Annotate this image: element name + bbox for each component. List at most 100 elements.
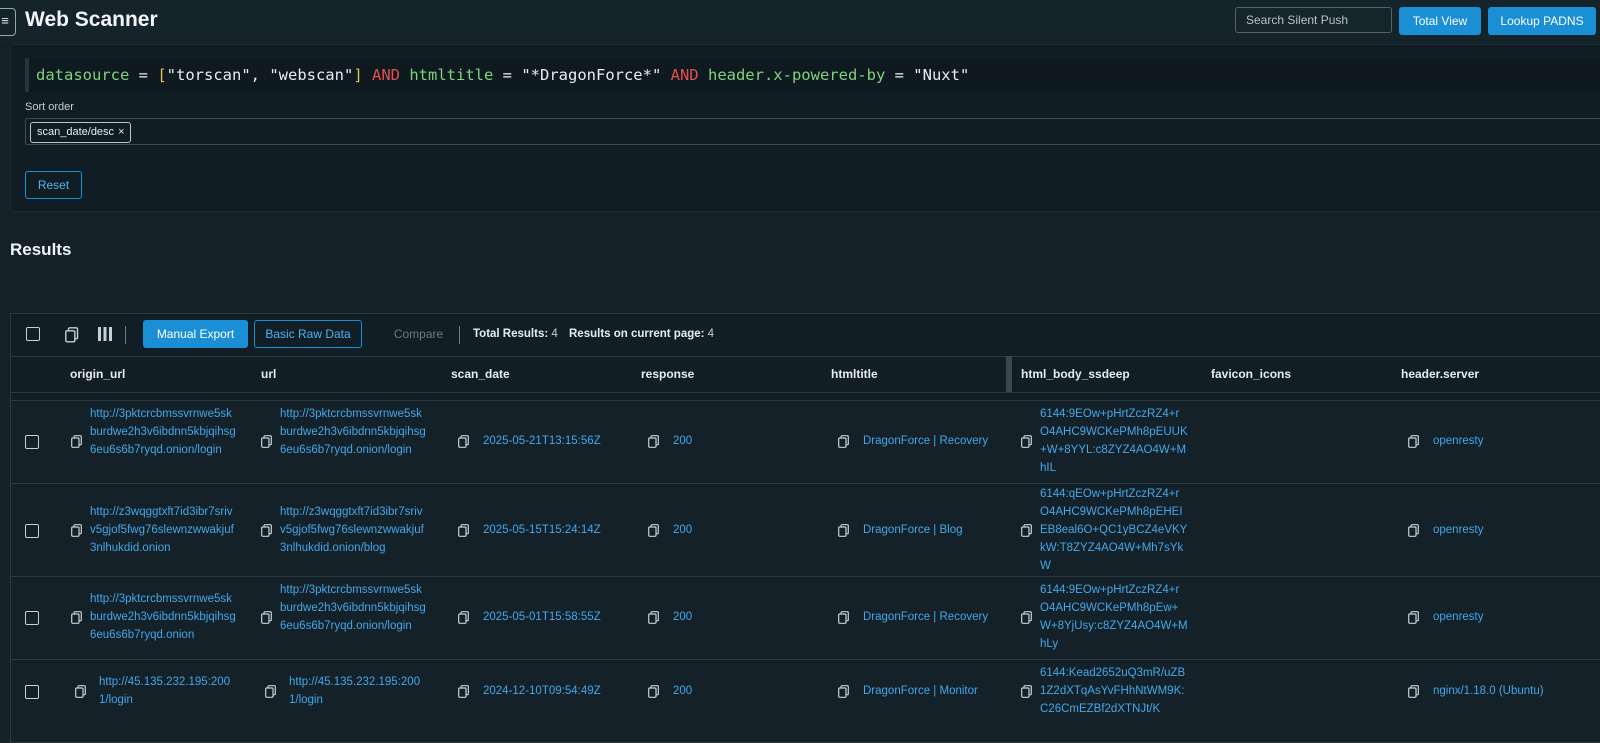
copy-icon[interactable]	[838, 611, 849, 629]
query-token: AND	[362, 66, 410, 84]
search-input[interactable]	[1235, 7, 1392, 33]
copy-icon[interactable]	[458, 435, 469, 453]
copy-icon[interactable]	[458, 524, 469, 542]
copy-icon[interactable]	[261, 524, 272, 542]
copy-icon[interactable]	[265, 685, 276, 703]
copy-icon[interactable]	[261, 435, 272, 453]
copy-icon[interactable]	[838, 435, 849, 453]
column-header-htmltitle[interactable]: htmltitle	[831, 367, 878, 381]
server-link[interactable]: openresty	[1433, 432, 1484, 450]
table-row: http://45.135.232.195:2001/login http://…	[11, 660, 1600, 743]
origin-url-link[interactable]: http://z3wqggtxft7id3ibr7srivv5gjof5fwg7…	[90, 503, 238, 557]
columns-icon[interactable]	[98, 327, 112, 346]
reset-button[interactable]: Reset	[25, 171, 82, 199]
hamburger-icon[interactable]: ≡	[0, 8, 16, 36]
row-checkbox[interactable]	[25, 685, 39, 699]
copy-icon[interactable]	[1021, 524, 1032, 542]
server-link[interactable]: openresty	[1433, 608, 1484, 626]
query-token: ]	[353, 66, 363, 84]
total-results-label: Total Results:	[473, 328, 549, 340]
table-row: http://3pktcrcbmssvrnwe5skburdwe2h3v6ibd…	[11, 577, 1600, 660]
manual-export-button[interactable]: Manual Export	[143, 320, 248, 348]
copy-icon[interactable]	[1408, 685, 1419, 703]
copy-icon[interactable]	[838, 685, 849, 703]
query-token: [	[157, 66, 167, 84]
copy-icon[interactable]	[1021, 435, 1032, 453]
copy-icon[interactable]	[1408, 435, 1419, 453]
copy-icon[interactable]	[838, 524, 849, 542]
query-token: header.x-powered-by	[707, 66, 886, 84]
copy-icon[interactable]	[458, 685, 469, 703]
close-icon[interactable]: ×	[118, 126, 124, 138]
table-spacer	[11, 392, 1600, 401]
htmltitle-link[interactable]: DragonForce | Recovery	[863, 608, 988, 626]
ssdeep-link[interactable]: 6144:Kead2652uQ3mR/uZB1Z2dXTqAsYvFHhNtWM…	[1040, 664, 1188, 718]
server-link[interactable]: openresty	[1433, 521, 1484, 539]
column-header-response[interactable]: response	[641, 367, 694, 381]
copy-icon[interactable]	[71, 611, 82, 629]
copy-icon[interactable]	[71, 435, 82, 453]
url-link[interactable]: http://3pktcrcbmssvrnwe5skburdwe2h3v6ibd…	[280, 405, 428, 459]
row-checkbox[interactable]	[25, 611, 39, 625]
ssdeep-link[interactable]: 6144:9EOw+pHrtZczRZ4+rO4AHC9WCKePMh8pEw+…	[1040, 581, 1188, 653]
scan-date-link[interactable]: 2025-05-21T13:15:56Z	[483, 432, 601, 450]
query-token: =	[129, 66, 158, 84]
copy-icon[interactable]	[648, 435, 659, 453]
copy-icon[interactable]	[1021, 611, 1032, 629]
compare-button[interactable]: Compare	[371, 320, 466, 348]
copy-icon[interactable]	[75, 685, 86, 703]
lookup-padns-button[interactable]: Lookup PADNS	[1488, 7, 1596, 35]
htmltitle-link[interactable]: DragonForce | Blog	[863, 521, 963, 539]
total-results-value: 4	[551, 328, 558, 340]
response-link[interactable]: 200	[673, 432, 692, 450]
column-header-scan-date[interactable]: scan_date	[451, 367, 510, 381]
response-link[interactable]: 200	[673, 608, 692, 626]
url-link[interactable]: http://45.135.232.195:2001/login	[289, 673, 429, 709]
select-all-checkbox[interactable]	[26, 327, 40, 341]
ssdeep-link[interactable]: 6144:qEOw+pHrtZczRZ4+rO4AHC9WCKePMh8pEHE…	[1040, 485, 1188, 575]
scan-date-link[interactable]: 2024-12-10T09:54:49Z	[483, 682, 601, 700]
copy-icon[interactable]	[648, 611, 659, 629]
url-link[interactable]: http://3pktcrcbmssvrnwe5skburdwe2h3v6ibd…	[280, 581, 428, 635]
sort-chip: scan_date/desc ×	[30, 122, 131, 143]
copy-icon[interactable]	[458, 611, 469, 629]
origin-url-link[interactable]: http://45.135.232.195:2001/login	[99, 673, 239, 709]
response-link[interactable]: 200	[673, 682, 692, 700]
copy-icon[interactable]	[648, 524, 659, 542]
top-bar: ≡ Web Scanner Total View Lookup PADNS	[0, 0, 1600, 44]
column-header-html-body-ssdeep[interactable]: html_body_ssdeep	[1021, 367, 1130, 381]
url-link[interactable]: http://z3wqggtxft7id3ibr7srivv5gjof5fwg7…	[280, 503, 428, 557]
row-checkbox[interactable]	[25, 435, 39, 449]
query-token: AND	[661, 66, 708, 84]
htmltitle-link[interactable]: DragonForce | Recovery	[863, 432, 988, 450]
copy-icon[interactable]	[1408, 611, 1419, 629]
copy-icon[interactable]	[65, 327, 79, 348]
total-view-button[interactable]: Total View	[1399, 7, 1481, 35]
htmltitle-link[interactable]: DragonForce | Monitor	[863, 682, 978, 700]
copy-icon[interactable]	[1021, 685, 1032, 703]
copy-icon[interactable]	[648, 685, 659, 703]
table-toolbar: Manual Export Basic Raw Data Compare Tot…	[11, 314, 1600, 357]
response-link[interactable]: 200	[673, 521, 692, 539]
scan-date-link[interactable]: 2025-05-15T15:24:14Z	[483, 521, 601, 539]
query-token: "*DragonForce*"	[521, 66, 662, 84]
query-token: htmltitle	[409, 66, 494, 84]
column-header-favicon-icons[interactable]: favicon_icons	[1211, 367, 1291, 381]
scan-date-link[interactable]: 2025-05-01T15:58:55Z	[483, 608, 601, 626]
column-header-url[interactable]: url	[261, 367, 276, 381]
column-header-header-server[interactable]: header.server	[1401, 367, 1479, 381]
sort-order-field[interactable]: scan_date/desc ×	[25, 118, 1600, 145]
row-checkbox[interactable]	[25, 524, 39, 538]
copy-icon[interactable]	[1408, 524, 1419, 542]
column-resize-handle[interactable]	[1006, 356, 1012, 392]
copy-icon[interactable]	[71, 524, 82, 542]
origin-url-link[interactable]: http://3pktcrcbmssvrnwe5skburdwe2h3v6ibd…	[90, 405, 238, 459]
column-header-origin-url[interactable]: origin_url	[70, 367, 125, 381]
origin-url-link[interactable]: http://3pktcrcbmssvrnwe5skburdwe2h3v6ibd…	[90, 590, 238, 644]
copy-icon[interactable]	[261, 611, 272, 629]
basic-raw-data-button[interactable]: Basic Raw Data	[254, 320, 362, 348]
query-token: =	[493, 66, 522, 84]
query-editor[interactable]: datasource = ["torscan", "webscan"] AND …	[25, 58, 1600, 92]
server-link[interactable]: nginx/1.18.0 (Ubuntu)	[1433, 682, 1544, 700]
ssdeep-link[interactable]: 6144:9EOw+pHrtZczRZ4+rO4AHC9WCKePMh8pEUU…	[1040, 405, 1188, 477]
